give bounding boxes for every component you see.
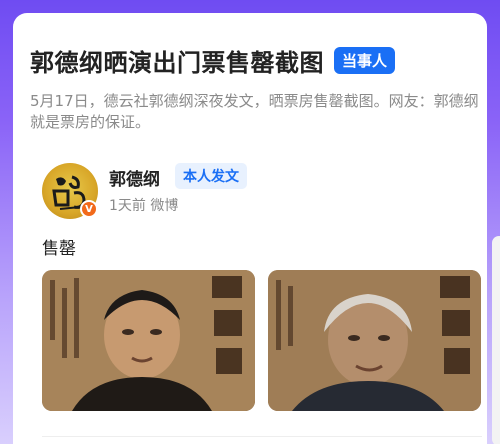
card-title[interactable]: 郭德纲晒演出门票售罄截图 [30, 43, 324, 78]
author-post-badge: 本人发文 [175, 163, 247, 189]
post-meta: 1天前 微博 [109, 198, 179, 214]
news-card[interactable]: 郭德纲晒演出门票售罄截图 当事人 5月17日，德云社郭德纲深夜发文，晒票房售罄截… [13, 13, 487, 444]
verified-badge-icon: V [80, 200, 98, 218]
poster-photo-man-icon [42, 270, 255, 411]
title-row: 郭德纲晒演出门票售罄截图 当事人 [30, 43, 396, 78]
post-photo-2[interactable] [268, 270, 481, 411]
role-badge: 当事人 [334, 47, 396, 74]
poster-photo-elder-icon [268, 270, 481, 411]
next-card-peek[interactable] [492, 236, 500, 444]
author-name[interactable]: 郭德纲 [109, 165, 160, 190]
post-photo-1[interactable] [42, 270, 255, 411]
divider [42, 436, 482, 437]
post-text: 售罄 [42, 239, 76, 259]
card-summary: 5月17日，德云社郭德纲深夜发文，晒票房售罄截图。网友：郭德纲就是票房的保证。 [30, 92, 479, 131]
